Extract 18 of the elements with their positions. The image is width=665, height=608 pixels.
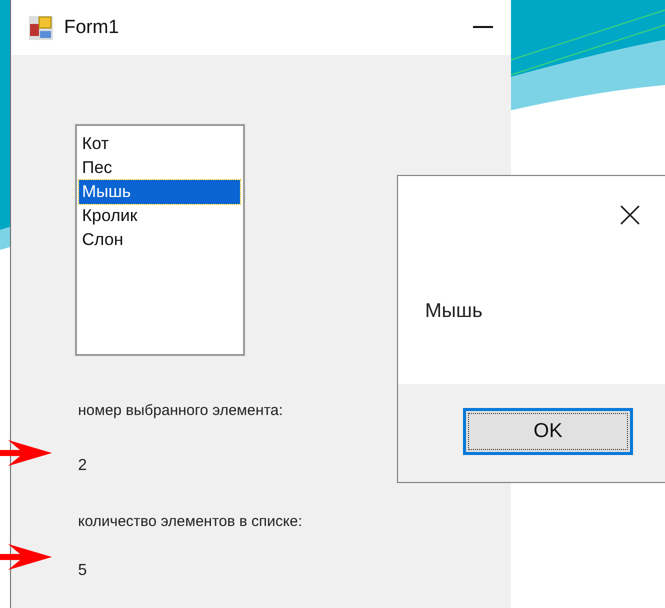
list-item[interactable]: Мышь [79,180,240,204]
ok-button[interactable]: OK [463,408,633,455]
list-item[interactable]: Пес [79,156,240,180]
count-value: 5 [78,562,87,580]
count-label: количество элементов в списке: [78,513,302,530]
app-icon [28,14,54,40]
list-item[interactable]: Слон [79,228,240,252]
index-label: номер выбранного элемента: [78,402,283,419]
list-box[interactable]: Кот Пес Мышь Кролик Слон [75,124,245,356]
close-icon[interactable] [620,205,640,225]
list-item[interactable]: Кролик [79,204,240,228]
list-item[interactable]: Кот [79,132,240,156]
index-value: 2 [78,457,87,475]
window-title: Form1 [64,16,120,38]
arrow-icon [0,440,52,466]
minimize-icon[interactable] [473,26,493,29]
arrow-icon [0,544,52,570]
message-text: Мышь [425,300,484,323]
